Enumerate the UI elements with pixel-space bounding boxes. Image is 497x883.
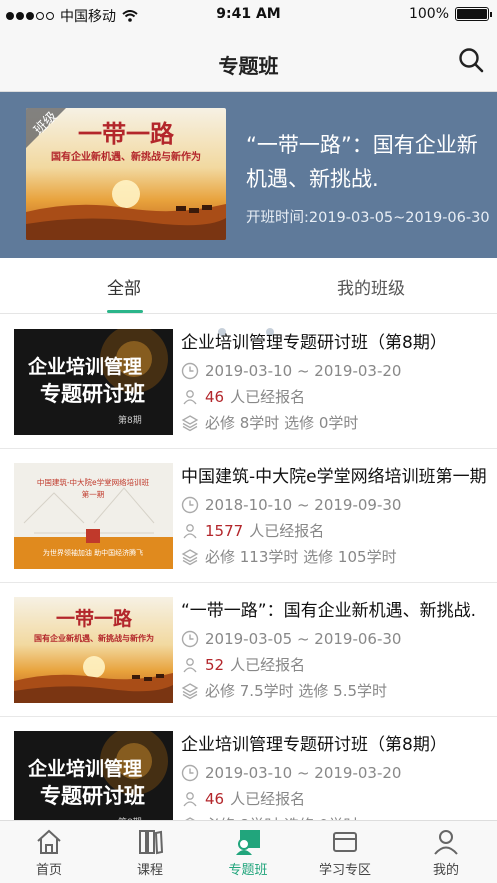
thumb-tag: 第8期 [118, 414, 142, 426]
class-title[interactable]: 企业培训管理专题研讨班（第8期） [181, 331, 497, 355]
battery-area: 100% [408, 6, 492, 22]
banner-image-title: 一带一路 [78, 119, 175, 148]
tabbar-study-zone[interactable]: 学习专区 [305, 827, 385, 878]
tabbar-label: 课程 [136, 863, 163, 878]
tabbar-mine[interactable]: 我的 [406, 827, 486, 878]
tabbar-label: 学习专区 [318, 863, 371, 878]
enrolled-count: 46 [205, 387, 225, 406]
class-dates: 2018-10-10 ~ 2019-09-30 [205, 495, 402, 514]
page-title: 专题班 [218, 54, 279, 78]
thumb-line2: 国有企业新机遇、新挑战与新作为 [34, 633, 154, 643]
thumb-line1: 企业培训管理 [27, 355, 142, 378]
profile-icon [434, 830, 458, 855]
thumb-line2: 专题研讨班 [40, 784, 145, 808]
enrolled-count: 52 [205, 655, 225, 674]
thumb-line2: 第一期 [82, 489, 105, 499]
enrolled-label: 人已经报名 [230, 656, 306, 674]
battery-percent: 100% [408, 6, 449, 22]
class-dates: 2019-03-05 ~ 2019-06-30 [205, 629, 402, 648]
list-item[interactable]: 企业培训管理 专题研讨班 第8期 企业培训管理专题研讨班（第8期） 2019-0… [0, 315, 497, 449]
enrolled-count: 1577 [205, 521, 244, 540]
banner-title[interactable]: “一带一路”：国有企业新机遇、新挑战. [246, 128, 496, 196]
person-icon [183, 657, 197, 672]
tabbar-label: 专题班 [228, 863, 268, 878]
person-icon [183, 523, 197, 538]
class-title[interactable]: “一带一路”：国有企业新机遇、新挑战. [181, 599, 497, 623]
tab-active-indicator [107, 310, 143, 313]
class-credits: 必修 7.5学时 选修 5.5学时 [205, 682, 388, 700]
person-icon [183, 389, 197, 404]
class-title[interactable]: 中国建筑-中大院e学堂网络培训班第一期 [181, 465, 497, 489]
bottom-tab-bar: 首页 课程 专题班 学习专区 我的 [0, 820, 497, 883]
tabbar-label: 首页 [35, 863, 62, 878]
tab-all[interactable]: 全部 [107, 274, 141, 299]
class-title[interactable]: 企业培训管理专题研讨班（第8期） [181, 733, 497, 757]
clock-icon [181, 630, 199, 647]
class-thumbnail[interactable]: 中国建筑-中大院e学堂网络培训班 第一期 为世界领袖加油 助中国经济腾飞 [14, 463, 173, 569]
clock-icon [181, 496, 199, 513]
banner-carousel[interactable]: 班级 一带一路 国有企业新机遇、新挑战与新作为 “一带一路”：国有企业新机遇、新… [0, 92, 497, 336]
books-icon [139, 830, 164, 855]
class-thumbnail[interactable]: 一带一路 国有企业新机遇、新挑战与新作为 [14, 597, 173, 703]
list-item[interactable]: 中国建筑-中大院e学堂网络培训班 第一期 为世界领袖加油 助中国经济腾飞 中国建… [0, 449, 497, 583]
tabbar-label: 我的 [432, 863, 459, 878]
clock-icon [181, 362, 199, 379]
thumb-line1: 中国建筑-中大院e学堂网络培训班 [37, 477, 150, 487]
enrolled-count: 46 [205, 789, 225, 808]
filter-tabs: 全部 我的班级 [0, 258, 497, 314]
status-bar: 中国移动 9:41 AM 100% [0, 0, 497, 30]
class-dates: 2019-03-10 ~ 2019-03-20 [205, 763, 402, 782]
class-credits: 必修 8学时 选修 0学时 [205, 414, 359, 432]
class-thumbnail[interactable]: 企业培训管理 专题研讨班 第8期 [14, 329, 173, 435]
layers-icon [181, 682, 199, 699]
list-item[interactable]: 一带一路 国有企业新机遇、新挑战与新作为 “一带一路”：国有企业新机遇、新挑战.… [0, 583, 497, 717]
thumb-line1: 一带一路 [56, 607, 133, 630]
tabbar-courses[interactable]: 课程 [110, 827, 190, 878]
banner-image-subtitle: 国有企业新机遇、新挑战与新作为 [51, 150, 201, 163]
home-icon [37, 829, 61, 854]
tab-my-classes[interactable]: 我的班级 [337, 274, 405, 299]
battery-icon [455, 7, 492, 21]
enrolled-label: 人已经报名 [249, 522, 325, 540]
tabbar-home[interactable]: 首页 [9, 827, 89, 878]
thumb-line1: 企业培训管理 [27, 757, 142, 780]
search-icon[interactable] [457, 46, 485, 74]
thumb-tag: 为世界领袖加油 助中国经济腾飞 [43, 548, 143, 557]
enrolled-label: 人已经报名 [230, 388, 306, 406]
layers-icon [181, 414, 199, 431]
class-dates: 2019-03-10 ~ 2019-03-20 [205, 361, 402, 380]
topic-class-icon [236, 830, 260, 855]
banner-text[interactable]: “一带一路”：国有企业新机遇、新挑战. 开班时间:2019-03-05~2019… [246, 128, 496, 227]
banner-image[interactable]: 班级 一带一路 国有企业新机遇、新挑战与新作为 [26, 108, 226, 240]
enrolled-label: 人已经报名 [230, 790, 306, 808]
class-list: 企业培训管理 专题研讨班 第8期 企业培训管理专题研讨班（第8期） 2019-0… [0, 315, 497, 851]
nav-bar: 专题班 [0, 30, 497, 92]
layers-icon [181, 548, 199, 565]
banner-date: 开班时间:2019-03-05~2019-06-30 [246, 210, 490, 226]
class-credits: 必修 113学时 选修 105学时 [205, 548, 397, 566]
thumb-line2: 专题研讨班 [40, 382, 145, 406]
clock-icon [181, 764, 199, 781]
tabbar-topic-class[interactable]: 专题班 [208, 827, 288, 878]
person-icon [183, 791, 197, 806]
study-zone-icon [333, 832, 357, 852]
